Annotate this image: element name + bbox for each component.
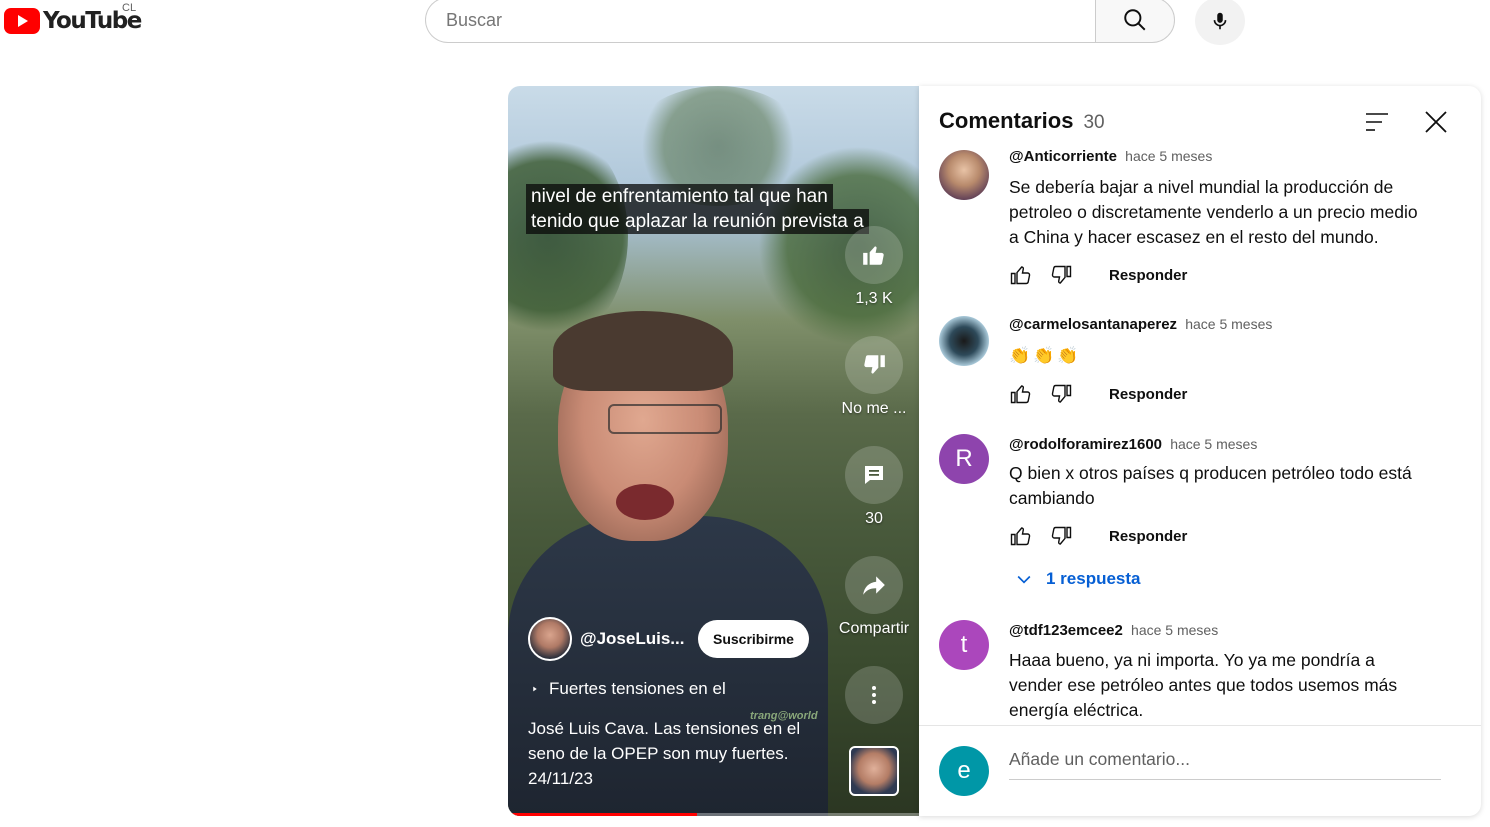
commenter-avatar[interactable] [939,150,989,200]
share-label: Compartir [838,620,910,637]
comment-actions: Responder [1009,524,1187,548]
sort-icon [1366,113,1388,131]
comment-text: Haaa bueno, ya ni importa. Yo ya me pond… [1009,650,1398,720]
thumbs-down-icon [864,355,885,374]
comment-time[interactable]: hace 5 meses [1125,150,1212,164]
more-vertical-icon [872,686,876,704]
microphone-icon [1213,12,1227,30]
voice-search-button[interactable] [1195,0,1245,45]
youtube-logo[interactable]: YouTube [4,8,142,34]
country-code: CL [122,2,137,14]
comment-input-divider [919,725,1481,726]
thumbs-down-outline-icon [1051,526,1072,545]
reply-button[interactable]: Responder [1109,528,1187,545]
comments-button[interactable] [845,446,903,504]
video-progress-bar[interactable] [508,813,919,816]
view-replies-button[interactable]: 1 respuesta [1014,569,1141,589]
comment-meta: @Anticorriente hace 5 meses [1009,150,1212,165]
dislike-button[interactable] [845,336,903,394]
comments-title: Comentarios [939,108,1074,133]
subtitle-line: nivel de enfrentamiento tal que han [526,184,833,209]
comment-time[interactable]: hace 5 meses [1131,622,1218,638]
comment-text: Se debería bajar a nivel mundial la prod… [1009,177,1418,247]
chevron-down-icon [1017,575,1031,584]
more-options-button[interactable] [845,666,903,724]
comment-count: 30 [865,510,883,527]
thumbs-up-outline-icon [1010,385,1031,404]
share-arrow-icon [863,576,885,595]
share-button[interactable] [845,556,903,614]
thumbs-down-outline-icon [1051,384,1072,403]
comment-meta: @carmelosantanaperez hace 5 meses [1009,316,1272,333]
comment-author[interactable]: @carmelosantanaperez [1009,316,1177,333]
comment-dislike-button[interactable] [1049,524,1073,548]
sort-button[interactable] [1364,111,1390,138]
like-count: 1,3 K [855,290,893,307]
commenter-avatar[interactable]: R [939,434,989,484]
comment-time[interactable]: hace 5 meses [1185,316,1272,332]
current-user-avatar[interactable]: e [939,746,989,796]
comment-list[interactable]: @Anticorriente hace 5 meses Se debería b… [919,150,1481,725]
channel-row: @JoseLuis... Suscribirme [528,617,809,661]
reply-button[interactable]: Responder [1109,386,1187,403]
video-description: José Luis Cava. Las tensiones en el seno… [528,719,801,788]
replies-count: 1 respuesta [1046,569,1141,588]
channel-avatar[interactable] [528,617,572,661]
thumbs-down-outline-icon [1051,265,1072,284]
comment-author[interactable]: @rodolforamirez1600 [1009,436,1162,453]
like-button[interactable] [845,226,903,284]
comment-like-button[interactable] [1009,263,1033,287]
search-input[interactable]: Buscar [425,0,1095,43]
subscribe-button[interactable]: Suscribirme [698,620,809,658]
more-action[interactable] [844,666,904,724]
comment-author[interactable]: @tdf123emcee2 [1009,622,1123,639]
comments-action[interactable]: 30 [844,446,904,528]
comment-meta: @rodolforamirez1600 hace 5 meses [1009,436,1257,453]
sound-thumbnail[interactable] [849,746,899,796]
comment-text: 👏👏👏 [1009,346,1082,365]
comment-dislike-button[interactable] [1049,263,1073,287]
play-logo-icon [4,8,40,34]
comment-dislike-button[interactable] [1049,382,1073,406]
commenter-avatar[interactable] [939,316,989,366]
search-icon [1124,9,1146,31]
dislike-label: No me ... [841,400,907,417]
search-button[interactable] [1095,0,1175,43]
comment-actions: Responder [1009,382,1187,406]
video-frame-person [553,311,733,391]
close-comments-button[interactable] [1424,110,1448,139]
comments-count: 30 [1083,112,1105,133]
channel-name[interactable]: @JoseLuis... [580,629,688,649]
share-action[interactable]: Compartir [839,556,909,638]
dislike-action[interactable]: No me ... [841,336,907,418]
video-title-link[interactable]: Fuertes tensiones en el [528,679,726,699]
short-video-player[interactable]: nivel de enfrentamiento tal que han teni… [508,86,919,816]
video-title: Fuertes tensiones en el [549,679,726,698]
thumbs-up-icon [863,246,884,265]
commenter-avatar[interactable]: t [939,620,989,670]
comment-author[interactable]: @Anticorriente [1009,150,1117,165]
comment-like-button[interactable] [1009,524,1033,548]
comment-text: Q bien x otros países q producen petróle… [1009,463,1412,508]
reply-button[interactable]: Responder [1109,267,1187,284]
video-frame-person [608,404,722,434]
video-progress-fill [508,813,698,816]
add-comment-input[interactable]: Añade un comentario... [1009,746,1441,780]
comment-icon [865,466,883,484]
close-icon [1425,111,1447,133]
video-subtitles: nivel de enfrentamiento tal que han teni… [526,184,869,234]
comment-time[interactable]: hace 5 meses [1170,436,1257,452]
thumbs-up-outline-icon [1010,527,1031,546]
thumbs-up-outline-icon [1010,266,1031,285]
comment-like-button[interactable] [1009,382,1033,406]
like-action[interactable]: 1,3 K [844,226,904,308]
comments-header: Comentarios 30 [939,108,1105,134]
subtitle-line: tenido que aplazar la reunión prevista a [526,209,869,234]
comments-panel: Comentarios 30 @Anticorriente hace 5 mes… [919,86,1481,816]
comment-meta: @tdf123emcee2 hace 5 meses [1009,622,1218,639]
comment-actions: Responder [1009,263,1187,287]
play-small-icon [533,686,537,692]
search-placeholder: Buscar [446,9,503,30]
video-frame-person [616,484,674,520]
